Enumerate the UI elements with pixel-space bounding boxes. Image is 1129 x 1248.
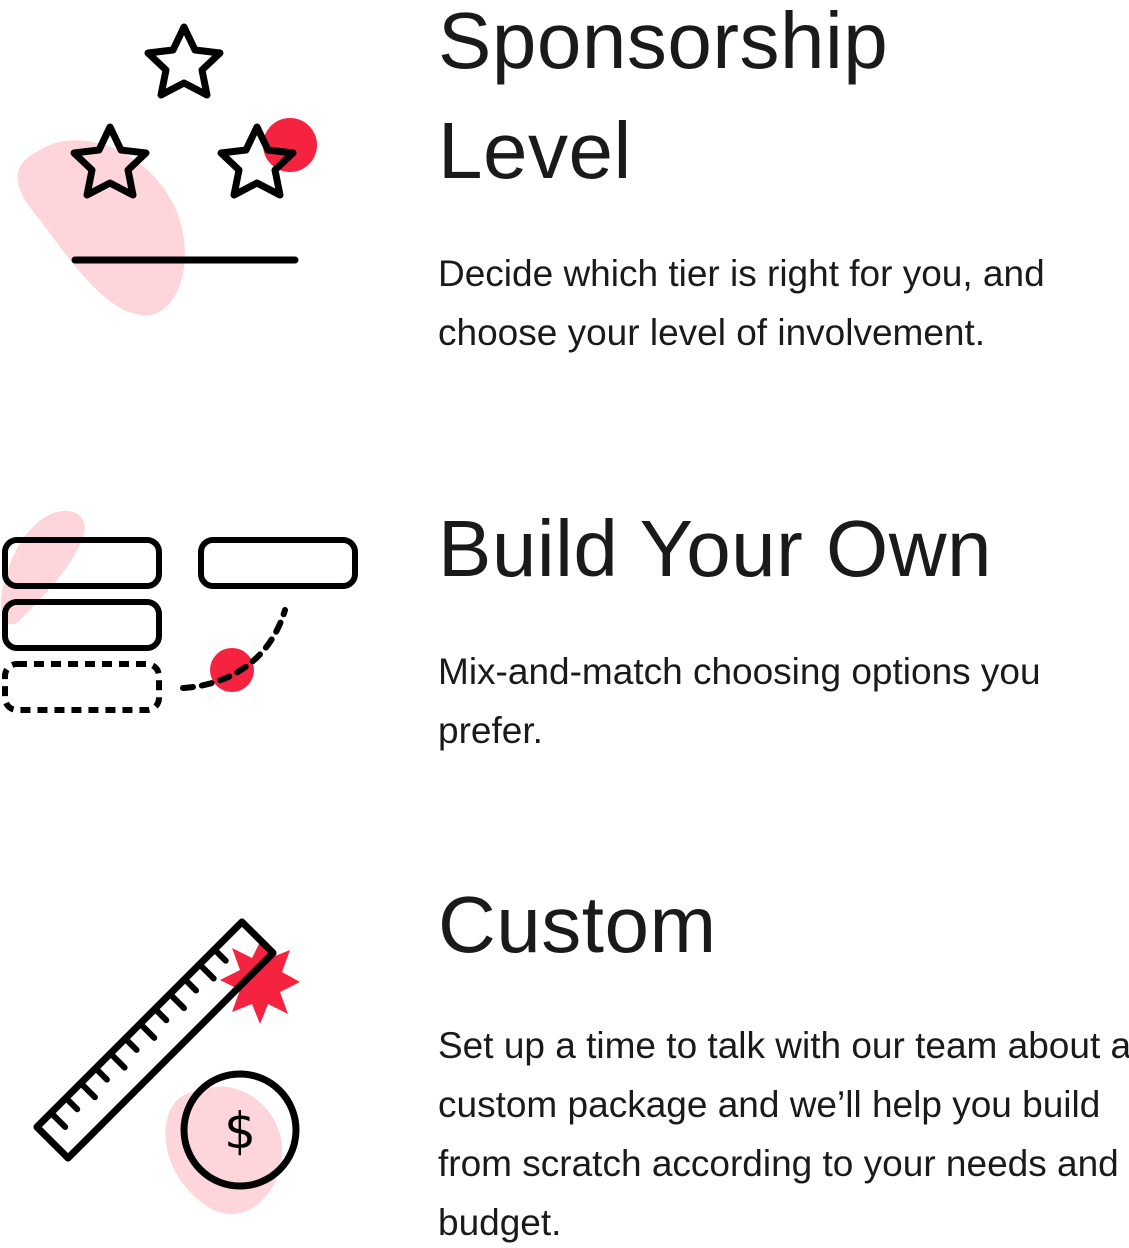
section-title: Custom [438, 880, 717, 969]
ruler-dollar-icon: $ [0, 900, 320, 1248]
section-description: Mix-and-match choosing options you prefe… [438, 651, 1041, 751]
custom-section: $ Custom Set up a time to talk with our … [0, 870, 1129, 1248]
section-title: Sponsorship Level [438, 0, 1129, 206]
build-your-own-section: Build Your Own Mix-and-match choosing op… [0, 490, 1129, 820]
section-title: Build Your Own [438, 504, 993, 593]
title-line-2: Level [438, 106, 632, 195]
build-blocks-icon [0, 500, 370, 740]
section-description: Decide which tier is right for you, and … [438, 253, 1045, 353]
section-description: Set up a time to talk with our team abou… [438, 1025, 1129, 1243]
sponsorship-level-section: Sponsorship Level Decide which tier is r… [0, 0, 1129, 420]
stars-icon [0, 0, 340, 330]
title-line-1: Sponsorship [438, 0, 889, 85]
svg-text:$: $ [224, 1102, 256, 1160]
